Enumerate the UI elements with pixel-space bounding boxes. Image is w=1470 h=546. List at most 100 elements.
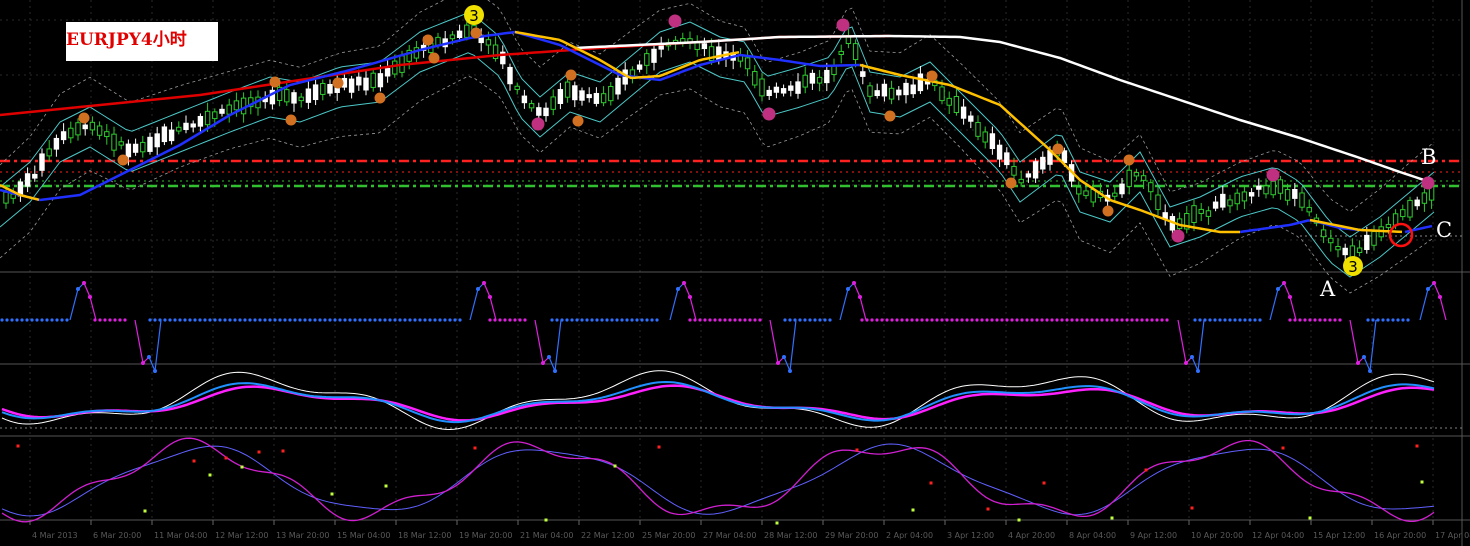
x-tick-label: 4 Apr 20:00	[1008, 531, 1055, 540]
signal-dot	[1095, 318, 1099, 322]
signal-dot	[1010, 318, 1014, 322]
signal-dot	[950, 318, 954, 322]
signal-dot	[163, 318, 167, 322]
candle-bear	[1248, 192, 1255, 197]
candle-bear	[53, 137, 60, 150]
signal-dot	[343, 318, 347, 322]
signal-dot	[555, 318, 559, 322]
candle-bear	[132, 143, 139, 153]
candle-bear	[147, 136, 153, 152]
stoch-dot-red	[16, 444, 20, 448]
candle-bear	[32, 173, 38, 179]
signal-spike-fall	[148, 319, 162, 374]
candle-bear	[1119, 183, 1125, 195]
candle-bull	[1148, 182, 1154, 193]
candle-bear	[1220, 193, 1226, 208]
signal-dot	[895, 318, 899, 322]
candle-bull	[888, 87, 895, 100]
swing-marker-pink	[762, 107, 776, 121]
osc-main-line-blue	[1, 380, 1435, 424]
x-tick-label: 17 Apr 04:00	[1435, 531, 1470, 540]
signal-dot	[910, 318, 914, 322]
candle-bull	[867, 85, 873, 97]
candle-bear	[795, 81, 801, 94]
signal-dot	[103, 318, 107, 322]
signal-dot	[650, 318, 654, 322]
signal-dot	[373, 318, 377, 322]
signal-spike-dot	[88, 295, 92, 299]
signal-dot	[50, 318, 54, 322]
signal-dot	[328, 318, 332, 322]
stoch-dot-yellow	[775, 521, 779, 525]
signal-dot	[428, 318, 432, 322]
signal-dot	[55, 318, 59, 322]
x-tick-label: 21 Mar 04:00	[520, 531, 573, 540]
candle-bull	[1349, 245, 1356, 259]
signal-dot	[1318, 318, 1322, 322]
candle-bull	[3, 191, 9, 204]
signal-dot	[15, 318, 19, 322]
signal-dot	[1386, 318, 1390, 322]
signal-dot	[403, 318, 407, 322]
signal-dot	[1248, 318, 1252, 322]
candle-bear	[1364, 234, 1370, 250]
candle-bear	[1212, 201, 1219, 209]
signal-dot	[580, 318, 584, 322]
signal-dot	[1366, 318, 1370, 322]
candle-bull	[759, 78, 765, 97]
signal-dot	[960, 318, 964, 322]
candle-bull	[320, 82, 326, 95]
signal-dot	[743, 318, 747, 322]
signal-dot	[313, 318, 317, 322]
stoch-dot-yellow	[143, 509, 147, 513]
signal-dot	[413, 318, 417, 322]
signal-spike-dot	[1276, 287, 1280, 291]
signal-dot	[605, 318, 609, 322]
signal-dot	[263, 318, 267, 322]
stoch-dot-yellow	[1308, 516, 1312, 520]
signal-dot	[1040, 318, 1044, 322]
signal-dot	[885, 318, 889, 322]
swing-marker-pink	[1421, 176, 1435, 190]
candle-bear	[1256, 185, 1262, 190]
candle-bear	[896, 89, 902, 96]
signal-spike-dot	[1438, 295, 1442, 299]
signal-dot	[198, 318, 202, 322]
signal-dot	[333, 318, 337, 322]
signal-dot	[323, 318, 327, 322]
candle-bull	[1392, 213, 1399, 226]
x-tick-label: 27 Mar 04:00	[703, 531, 756, 540]
signal-dot	[728, 318, 732, 322]
signal-dot	[293, 318, 297, 322]
candle-bull	[744, 57, 751, 70]
swing-marker-orange	[269, 76, 281, 88]
signal-spike-dot	[488, 295, 492, 299]
signal-dot	[1030, 318, 1034, 322]
signal-dot	[880, 318, 884, 322]
candle-bull	[1277, 179, 1284, 194]
x-tick-label: 16 Apr 20:00	[1374, 531, 1426, 540]
candle-bear	[183, 122, 189, 130]
signal-spike-dot	[788, 369, 792, 373]
signal-dot	[1080, 318, 1084, 322]
signal-dot	[398, 318, 402, 322]
signal-dot	[1396, 318, 1400, 322]
signal-dot	[915, 318, 919, 322]
stochastic-panel	[1, 437, 1435, 525]
signal-spike-dot	[147, 355, 151, 359]
candle-bull	[1198, 208, 1204, 214]
stoch-dot-red	[257, 450, 261, 454]
signal-dot	[970, 318, 974, 322]
candle-bear	[701, 43, 708, 50]
stoch-dot-yellow	[240, 465, 244, 469]
candle-bear	[579, 90, 585, 101]
signal-dot	[713, 318, 717, 322]
signal-dot	[788, 318, 792, 322]
signal-dot	[1140, 318, 1144, 322]
signal-dot	[1035, 318, 1039, 322]
signal-spike-dot	[1432, 281, 1436, 285]
candle-bull	[176, 126, 182, 132]
candle-bear	[910, 84, 916, 95]
candle-bear	[1342, 247, 1348, 256]
candle-bear	[312, 84, 319, 101]
